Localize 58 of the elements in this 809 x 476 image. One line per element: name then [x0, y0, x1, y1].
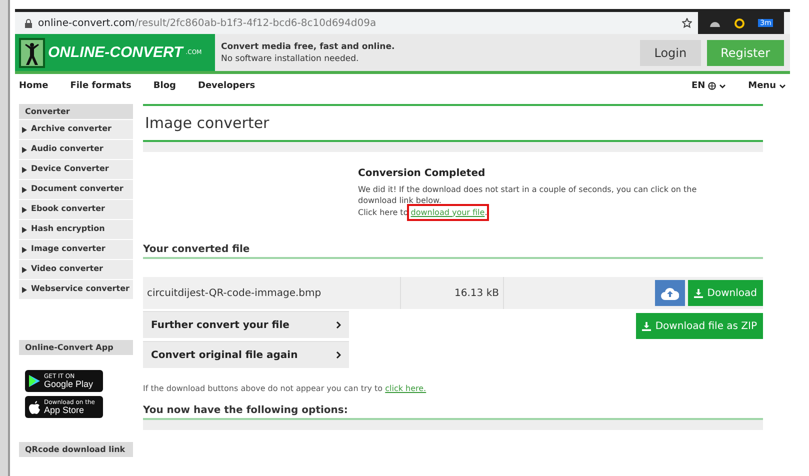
download-icon	[642, 322, 652, 330]
globe-icon	[708, 82, 716, 90]
completed-text: We did it! If the download does not start in a couple of seconds, you can click on the download link below.	[358, 184, 698, 206]
sidebar-item[interactable]: Hash encryption	[19, 220, 133, 240]
store-name: App Store	[44, 406, 86, 414]
lock-icon	[25, 18, 32, 28]
nav-link[interactable]: Developers	[198, 81, 256, 91]
download-icon	[694, 288, 704, 298]
sidebar-item[interactable]: Document converter	[19, 180, 133, 200]
sidebar-heading: Converter	[19, 104, 133, 120]
login-button[interactable]: Login	[640, 40, 701, 66]
sidebar-item[interactable]: Webservice converter	[19, 280, 133, 300]
sidebar-item[interactable]: Image converter	[19, 240, 133, 260]
click-here-link[interactable]: click here.	[385, 384, 426, 393]
file-size: 16.13 kB	[401, 277, 504, 309]
completed-title: Conversion Completed	[358, 168, 486, 180]
caret-icon	[22, 127, 27, 133]
sidebar-item[interactable]: Audio converter	[19, 140, 133, 160]
chevron-down-icon	[779, 84, 786, 88]
sidebar-item[interactable]: Video converter	[19, 260, 133, 280]
apple-icon	[29, 400, 40, 414]
nav-link[interactable]: Blog	[153, 81, 176, 91]
chevron-right-icon	[336, 351, 341, 359]
caret-icon	[22, 207, 27, 213]
sidebar-heading: QRcode download link	[19, 442, 133, 458]
tagline: Convert media free, fast and online.	[221, 40, 396, 52]
person-logo-icon	[19, 38, 45, 68]
sidebar-item[interactable]: Device Converter	[19, 160, 133, 180]
language-menu[interactable]: EN	[691, 81, 726, 91]
sidebar-heading: Online-Convert App	[19, 340, 133, 356]
sidebar-item[interactable]: Archive converter	[19, 120, 133, 140]
caret-icon	[22, 187, 27, 193]
caret-icon	[22, 247, 27, 253]
caret-icon	[22, 167, 27, 173]
file-name: circuitdijest-QR-code-immage.bmp	[143, 277, 401, 309]
url-field[interactable]: online-convert.com/result/2fc860ab-b1f3-4f12-bcd6-8c10d694d09a	[38, 18, 676, 28]
caret-icon	[22, 267, 27, 273]
fallback-text: If the download buttons above do not appear you can try to click here.	[143, 384, 428, 393]
store-name: Google Play	[44, 380, 94, 388]
chevron-down-icon	[719, 84, 726, 88]
action-button[interactable]: Further convert your file	[143, 311, 349, 338]
action-button[interactable]: Convert original file again	[143, 341, 349, 368]
cloud-upload-button[interactable]	[655, 280, 686, 306]
chevron-right-icon	[336, 321, 341, 329]
logo-text: ONLINE-CONVERT	[48, 44, 183, 61]
caret-icon	[22, 227, 27, 233]
star-icon[interactable]	[682, 18, 692, 28]
subline: No software installation needed.	[221, 52, 360, 64]
section-heading: Your converted file	[143, 244, 763, 259]
caret-icon	[22, 287, 27, 293]
menu-button[interactable]: Menu	[748, 81, 786, 91]
nav-link[interactable]: File formats	[70, 81, 132, 91]
cloud-upload-icon	[661, 286, 680, 300]
nav-link[interactable]: Home	[19, 81, 48, 91]
page-title: Image converter	[143, 104, 763, 142]
play-icon	[29, 375, 40, 387]
caret-icon	[22, 147, 27, 153]
sidebar-item[interactable]: Ebook converter	[19, 200, 133, 220]
